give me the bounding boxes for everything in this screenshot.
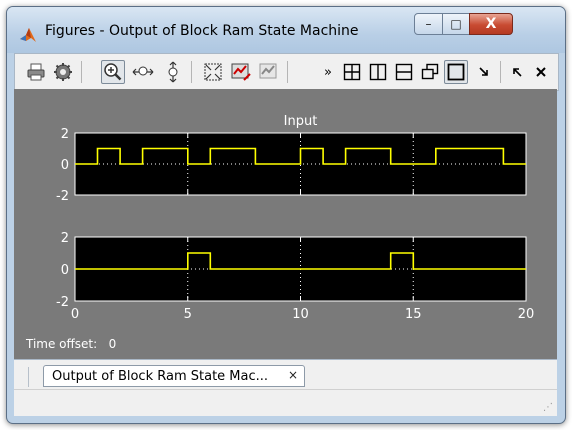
- window-title: Figures - Output of Block Ram State Mach…: [45, 23, 359, 39]
- close-icon[interactable]: ×: [288, 368, 298, 382]
- figure-window: Figures - Output of Block Ram State Mach…: [6, 6, 566, 424]
- tab-output-of-block-ram[interactable]: Output of Block Ram State Mac... ×: [43, 365, 305, 387]
- toolbar-separator: [191, 61, 192, 83]
- restore-axes-button[interactable]: [257, 60, 281, 84]
- restore-axes-icon: [259, 63, 277, 79]
- status-bar: ⋰: [14, 389, 557, 416]
- time-offset: Time offset: 0: [26, 337, 116, 351]
- tile-layout-button[interactable]: [340, 60, 364, 84]
- zoom-y-icon: [168, 61, 178, 83]
- y-tick-label: 0: [61, 158, 69, 173]
- figure-area: Input -2 0 2 -2 0 2 0 5 10 15 20: [14, 89, 557, 359]
- zoom-x-icon: [132, 66, 154, 76]
- undock-arrow-icon: [513, 68, 522, 77]
- dock-button[interactable]: [472, 60, 496, 84]
- x-tick-label: 10: [292, 307, 309, 322]
- tab-bar-divider: [28, 367, 43, 387]
- autoscale-icon: [204, 63, 222, 81]
- zoom-y-button[interactable]: [161, 60, 185, 84]
- floating-windows-icon: [421, 63, 439, 80]
- left-right-layout-button[interactable]: [366, 60, 390, 84]
- x-tick-label: 20: [518, 307, 535, 322]
- plot-panel-1: Input -2 0 2: [56, 114, 527, 204]
- toolbar: »: [14, 53, 559, 91]
- autoscale-button[interactable]: [201, 60, 225, 84]
- y-tick-label: -2: [56, 189, 69, 204]
- minimize-button[interactable]: –: [414, 13, 443, 35]
- figure-canvas[interactable]: Input-202-2020 5 10 15 20: [14, 89, 557, 359]
- floating-layout-button[interactable]: [418, 60, 442, 84]
- x-tick-label: 0: [71, 307, 79, 322]
- undock-button[interactable]: [505, 60, 529, 84]
- single-layout-icon: [447, 63, 465, 81]
- zoom-in-icon: [104, 63, 122, 81]
- toolbar-separator: [81, 61, 82, 83]
- title-bar[interactable]: Figures - Output of Block Ram State Mach…: [7, 7, 565, 53]
- save-axes-button[interactable]: [229, 60, 253, 84]
- x-tick-label: 15: [405, 307, 422, 322]
- document-tab-bar: Output of Block Ram State Mac... ×: [14, 359, 557, 390]
- more-tools-button[interactable]: »: [316, 60, 340, 84]
- plot-title: Input: [284, 114, 318, 129]
- dock-arrow-icon: [479, 67, 488, 76]
- maximize-button[interactable]: □: [442, 13, 470, 35]
- plot-panel-2: -2020 5 10 15 20: [56, 231, 534, 322]
- close-icon: X: [485, 16, 497, 32]
- time-offset-label: Time offset:: [26, 337, 98, 351]
- printer-icon: [27, 63, 45, 81]
- grid-layout-icon: [343, 63, 361, 81]
- columns-layout-icon: [369, 63, 387, 81]
- single-layout-button[interactable]: [444, 60, 468, 84]
- chevron-right-icon: »: [324, 64, 332, 80]
- gear-icon: [54, 63, 72, 81]
- resize-grip-icon[interactable]: ⋰: [543, 402, 553, 413]
- y-tick-label: 2: [61, 231, 69, 246]
- matlab-logo-icon: [20, 28, 36, 42]
- close-figure-button[interactable]: [529, 60, 553, 84]
- save-axes-icon: [231, 63, 251, 81]
- y-tick-label: 2: [61, 127, 69, 142]
- toolbar-separator: [500, 61, 501, 83]
- print-button[interactable]: [24, 60, 48, 84]
- y-tick-label: 0: [61, 263, 69, 278]
- tab-label: Output of Block Ram State Mac...: [52, 369, 269, 384]
- x-tick-label: 5: [184, 307, 192, 322]
- maximize-icon: □: [450, 17, 462, 31]
- rows-layout-icon: [395, 63, 413, 81]
- minimize-icon: –: [425, 17, 432, 31]
- y-tick-label: -2: [56, 295, 69, 310]
- close-button[interactable]: X: [469, 13, 513, 35]
- settings-button[interactable]: [51, 60, 75, 84]
- toolbar-separator: [287, 61, 288, 83]
- zoom-button[interactable]: [101, 60, 125, 84]
- zoom-x-button[interactable]: [131, 60, 155, 84]
- time-offset-value: 0: [108, 337, 117, 351]
- close-icon: [536, 67, 546, 77]
- top-bottom-layout-button[interactable]: [392, 60, 416, 84]
